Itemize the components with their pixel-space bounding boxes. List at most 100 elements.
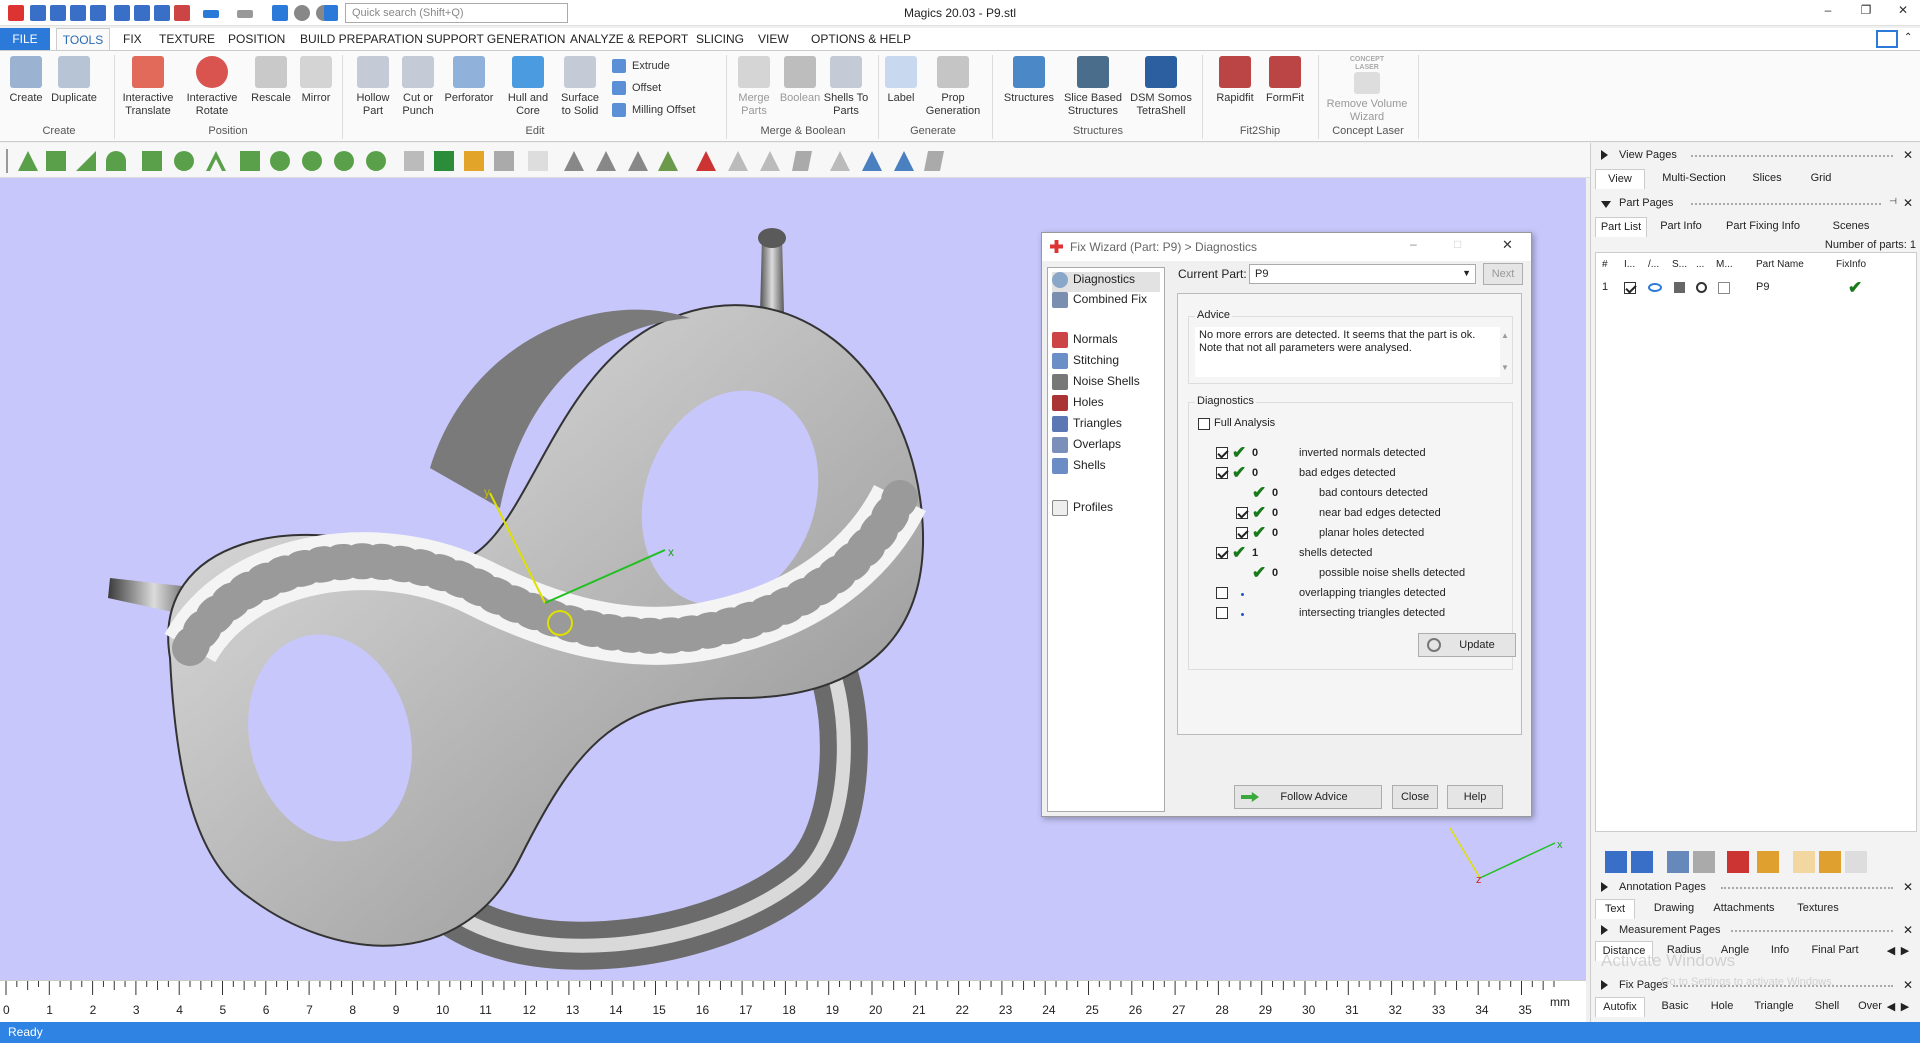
3d-viewport[interactable]: x y z x Fix Wizard (Part: P9) > Diagnost… bbox=[0, 178, 1586, 980]
col-shading[interactable]: S... bbox=[1672, 259, 1687, 270]
nav-stitching[interactable]: Stitching bbox=[1052, 353, 1119, 373]
marked-to-part-icon[interactable] bbox=[792, 151, 812, 171]
nav-noise-shells[interactable]: Noise Shells bbox=[1052, 374, 1140, 394]
table-row[interactable]: 1 P9 ✔ bbox=[1596, 279, 1916, 297]
close-icon[interactable]: ✕ bbox=[1903, 880, 1913, 894]
full-analysis-checkbox[interactable] bbox=[1198, 418, 1210, 430]
tab-scroll-left-icon[interactable]: ◀ bbox=[1885, 997, 1897, 1017]
hollow-part-button[interactable]: Hollow Part bbox=[350, 56, 396, 118]
tab-overlap[interactable]: Over bbox=[1855, 997, 1885, 1017]
cube-unmark-icon[interactable] bbox=[528, 151, 548, 171]
perforator-button[interactable]: Perforator bbox=[442, 56, 496, 105]
wireframe-icon[interactable] bbox=[830, 151, 850, 171]
col-color[interactable]: ... bbox=[1696, 259, 1704, 270]
col-part-name[interactable]: Part Name bbox=[1756, 259, 1804, 270]
menu-tools[interactable]: TOOLS bbox=[56, 28, 110, 51]
dsm-somos-button[interactable]: DSM Somos TetraShell bbox=[1128, 56, 1194, 118]
tab-final-part[interactable]: Final Part bbox=[1805, 941, 1865, 961]
cube-mark-icon[interactable] bbox=[494, 151, 514, 171]
tab-autofix[interactable]: Autofix bbox=[1595, 997, 1645, 1017]
slice-based-structures-button[interactable]: Slice Based Structures bbox=[1062, 56, 1124, 118]
ungroup-parts-icon[interactable] bbox=[1693, 851, 1715, 873]
col-include[interactable]: I... bbox=[1624, 259, 1635, 270]
intersecting-triangles-checkbox[interactable] bbox=[1216, 607, 1228, 619]
brush-select-icon[interactable] bbox=[240, 151, 260, 171]
col-visible[interactable]: /... bbox=[1648, 259, 1659, 270]
scene-icon[interactable] bbox=[1757, 851, 1779, 873]
tab-info[interactable]: Info bbox=[1765, 941, 1795, 961]
update-button[interactable]: Update bbox=[1418, 633, 1516, 657]
tab-scroll-left-icon[interactable]: ◀ bbox=[1885, 941, 1897, 961]
label-button[interactable]: Label bbox=[880, 56, 922, 105]
create-button[interactable]: Create bbox=[6, 56, 46, 105]
mirror-button[interactable]: Mirror bbox=[296, 56, 336, 105]
machine-icon[interactable] bbox=[1718, 282, 1730, 294]
milling-offset-button[interactable]: Milling Offset bbox=[612, 103, 695, 117]
current-part-select[interactable]: P9 ▼ bbox=[1249, 264, 1476, 284]
near-bad-edges-checkbox[interactable] bbox=[1236, 507, 1248, 519]
label-tag-icon[interactable] bbox=[1793, 851, 1815, 873]
close-window-button[interactable]: ✕ bbox=[1893, 3, 1913, 17]
boolean-button[interactable]: Boolean bbox=[776, 56, 824, 105]
nav-shells[interactable]: Shells bbox=[1052, 458, 1106, 478]
col-fixinfo[interactable]: FixInfo bbox=[1836, 259, 1866, 270]
offset-button[interactable]: Offset bbox=[612, 81, 661, 95]
color-icon[interactable] bbox=[1696, 282, 1707, 293]
pin-icon[interactable]: ⊣ bbox=[1889, 196, 1897, 207]
cube-green-icon[interactable] bbox=[434, 151, 454, 171]
cube-select-icon[interactable] bbox=[404, 151, 424, 171]
surface-select-icon[interactable] bbox=[76, 151, 96, 171]
col-index[interactable]: # bbox=[1602, 259, 1608, 270]
cut-or-punch-button[interactable]: Cut or Punch bbox=[396, 56, 440, 118]
shading-icon[interactable] bbox=[1674, 282, 1685, 293]
nav-triangles[interactable]: Triangles bbox=[1052, 416, 1122, 436]
help-button[interactable]: Help bbox=[1447, 785, 1503, 809]
tab-scroll-right-icon[interactable]: ▶ bbox=[1899, 997, 1911, 1017]
view-pages-header[interactable]: View Pages ✕ bbox=[1591, 147, 1920, 165]
cube-color-icon[interactable] bbox=[464, 151, 484, 171]
shells-checkbox[interactable] bbox=[1216, 547, 1228, 559]
follow-advice-button[interactable]: Follow Advice bbox=[1234, 785, 1382, 809]
extrude-button[interactable]: Extrude bbox=[612, 59, 670, 73]
tab-view[interactable]: View bbox=[1595, 169, 1645, 189]
dialog-close-icon[interactable]: ✕ bbox=[1502, 237, 1513, 253]
nav-overlaps[interactable]: Overlaps bbox=[1052, 437, 1121, 457]
shrink-select-icon[interactable] bbox=[334, 151, 354, 171]
close-icon[interactable]: ✕ bbox=[1903, 923, 1913, 937]
copy-tag-icon[interactable] bbox=[1845, 851, 1867, 873]
tab-scroll-right-icon[interactable]: ▶ bbox=[1899, 941, 1911, 961]
tab-part-info[interactable]: Part Info bbox=[1655, 217, 1707, 237]
eye-icon[interactable] bbox=[1648, 283, 1662, 292]
unmark-icon[interactable] bbox=[696, 151, 716, 171]
nav-diagnostics[interactable]: Diagnostics bbox=[1052, 272, 1160, 292]
unload-part-icon[interactable] bbox=[1727, 851, 1749, 873]
invert-marking-icon[interactable] bbox=[760, 151, 780, 171]
include-checkbox[interactable] bbox=[1624, 282, 1636, 294]
surface-to-solid-button[interactable]: Surface to Solid bbox=[556, 56, 604, 118]
annotation-pages-header[interactable]: Annotation Pages ✕ bbox=[1591, 879, 1920, 897]
nav-combined-fix[interactable]: Combined Fix bbox=[1052, 292, 1147, 312]
duplicate-button[interactable]: Duplicate bbox=[48, 56, 100, 105]
hull-and-core-button[interactable]: Hull and Core bbox=[502, 56, 554, 118]
col-machine[interactable]: M... bbox=[1716, 259, 1733, 270]
tab-textures[interactable]: Textures bbox=[1791, 899, 1845, 919]
tab-text[interactable]: Text bbox=[1595, 899, 1635, 919]
scroll-down-icon[interactable]: ▼ bbox=[1501, 363, 1509, 372]
tab-basic[interactable]: Basic bbox=[1655, 997, 1695, 1017]
menu-slicing[interactable]: SLICING bbox=[696, 32, 744, 46]
delete-marked-icon[interactable] bbox=[894, 151, 914, 171]
merge-parts-button[interactable]: Merge Parts bbox=[732, 56, 776, 118]
menu-analyze-report[interactable]: ANALYZE & REPORT bbox=[570, 32, 688, 46]
tab-grid[interactable]: Grid bbox=[1801, 169, 1841, 189]
remove-volume-wizard-button[interactable]: CONCEPT LASER Remove Volume Wizard bbox=[1324, 56, 1410, 124]
part-pages-header[interactable]: Part Pages ⊣ ✕ bbox=[1591, 195, 1920, 213]
triangle-select-icon[interactable] bbox=[18, 151, 38, 171]
tab-scenes[interactable]: Scenes bbox=[1827, 217, 1875, 237]
planar-holes-checkbox[interactable] bbox=[1236, 527, 1248, 539]
shell-select-icon[interactable] bbox=[106, 151, 126, 171]
mark-triangle-icon[interactable] bbox=[564, 151, 584, 171]
load-part-icon[interactable] bbox=[1605, 851, 1627, 873]
menu-options-help[interactable]: OPTIONS & HELP bbox=[811, 32, 911, 46]
menu-build-preparation[interactable]: BUILD PREPARATION bbox=[300, 32, 423, 46]
menu-texture[interactable]: TEXTURE bbox=[159, 32, 215, 46]
